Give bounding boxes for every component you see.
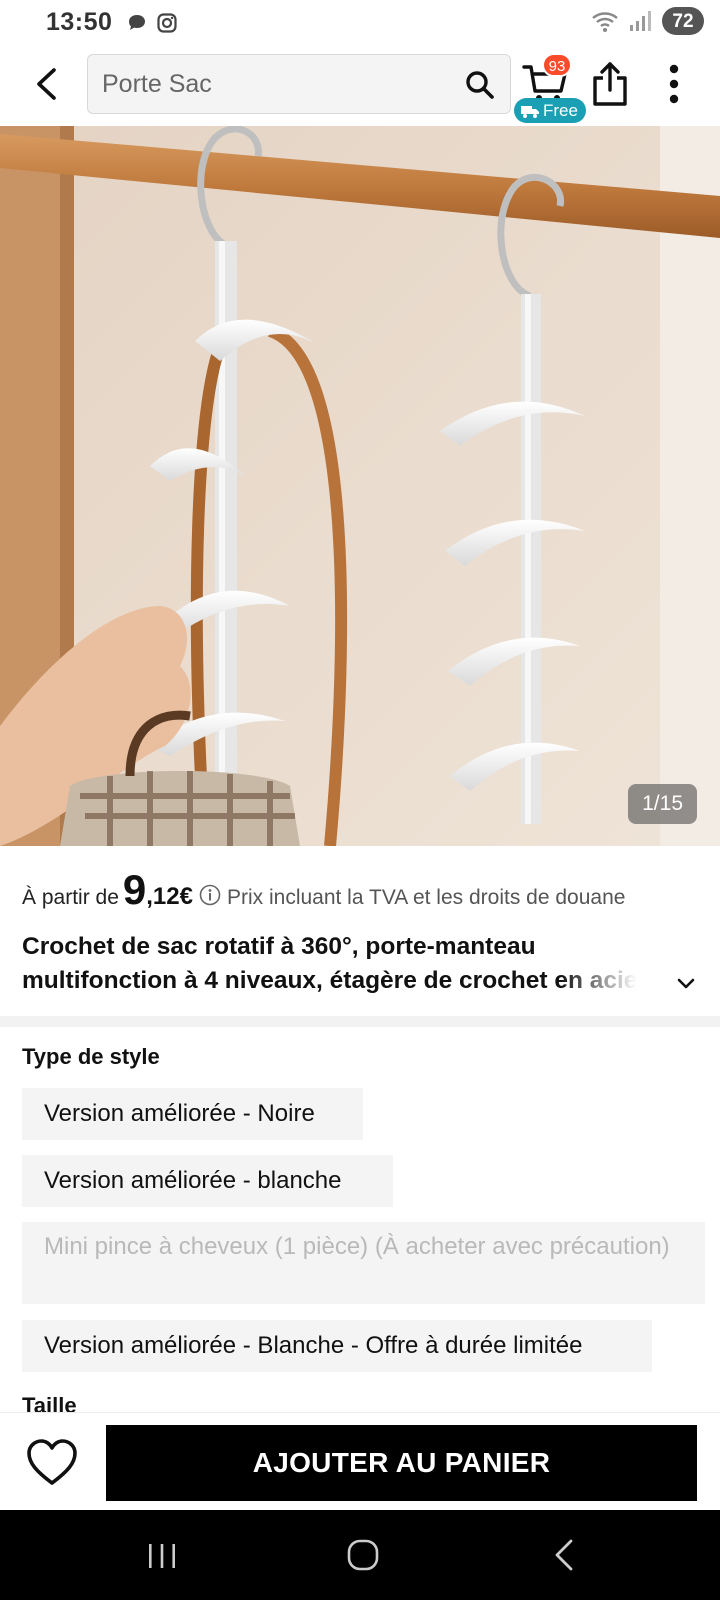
- product-image-carousel[interactable]: 1/15: [0, 126, 720, 846]
- system-status: 72: [590, 7, 704, 35]
- style-option-unavailable[interactable]: Mini pince à cheveux (1 pièce) (À achete…: [22, 1222, 705, 1304]
- back-button[interactable]: [24, 62, 68, 106]
- product-photo: [0, 126, 720, 846]
- style-option[interactable]: Version améliorée - blanche: [22, 1155, 393, 1207]
- price-row: À partir de 9 ,12€ Prix incluant la TVA …: [22, 866, 625, 916]
- title-fade: [560, 964, 670, 998]
- signal-icon: [630, 11, 651, 31]
- back-arrow-icon: [37, 68, 56, 100]
- wishlist-button[interactable]: [26, 1439, 78, 1487]
- free-shipping-badge: Free: [514, 98, 586, 123]
- wifi-icon: [592, 12, 618, 32]
- system-nav-bar: [0, 1510, 720, 1600]
- heart-icon: [27, 1439, 77, 1485]
- nav-back-icon[interactable]: [553, 1538, 575, 1572]
- section-divider: [0, 1016, 720, 1027]
- image-counter: 1/15: [628, 784, 697, 824]
- status-time: 13:50: [46, 8, 113, 36]
- price-decimal: ,12€: [146, 883, 193, 910]
- search-input[interactable]: Porte Sac: [87, 54, 511, 114]
- search-query: Porte Sac: [102, 70, 212, 98]
- instagram-icon: [157, 13, 177, 33]
- notification-icons: [126, 12, 178, 34]
- truck-icon: [521, 105, 539, 118]
- top-bar: Porte Sac 93 Free: [0, 50, 720, 123]
- bottom-action-bar: AJOUTER AU PANIER: [0, 1412, 720, 1510]
- share-button[interactable]: [586, 56, 634, 112]
- free-label: Free: [543, 101, 578, 120]
- price-prefix: À partir de: [22, 886, 119, 909]
- battery-indicator: 72: [662, 7, 704, 35]
- info-icon[interactable]: [199, 884, 221, 906]
- status-bar: 13:50 72: [0, 0, 720, 46]
- cart-count-badge: 93: [542, 53, 572, 77]
- more-options-button[interactable]: [652, 56, 696, 112]
- add-to-cart-button[interactable]: AJOUTER AU PANIER: [106, 1425, 697, 1501]
- home-icon[interactable]: [346, 1538, 380, 1572]
- recent-apps-icon[interactable]: [146, 1542, 178, 1570]
- chat-bubble-icon: [129, 15, 145, 30]
- style-option[interactable]: Version améliorée - Noire: [22, 1088, 363, 1140]
- chevron-down-icon[interactable]: [672, 970, 700, 998]
- style-option[interactable]: Version améliorée - Blanche - Offre à du…: [22, 1320, 652, 1372]
- price-integer: 9: [122, 866, 147, 913]
- share-icon: [593, 62, 627, 106]
- size-section-label: Taille: [22, 1393, 77, 1413]
- more-vertical-icon: [669, 64, 679, 104]
- search-icon[interactable]: [464, 69, 496, 101]
- price-tax-note: Prix incluant la TVA et les droits de do…: [226, 886, 626, 909]
- style-section-label: Type de style: [22, 1044, 160, 1069]
